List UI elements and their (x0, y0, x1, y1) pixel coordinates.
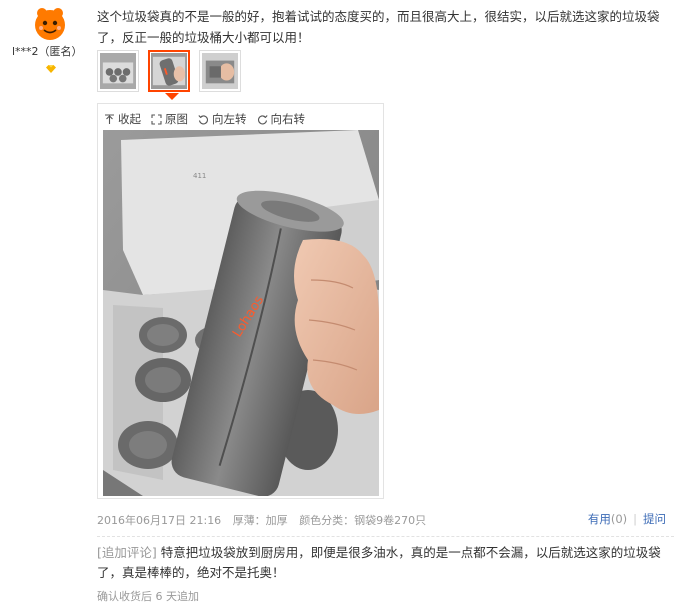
review-thumbnails (97, 50, 241, 92)
review-photo: 411 Lohaos (103, 130, 379, 496)
collapse-button[interactable]: 收起 (104, 111, 141, 127)
sku-color-class: 颜色分类：钢袋9卷270只 (299, 514, 427, 527)
followup-text: 特意把垃圾袋放到厨房用，即便是很多油水，真的是一点都不会漏，以后就选这家的垃圾袋… (97, 545, 661, 580)
expand-icon (151, 113, 162, 125)
rotate-right-button[interactable]: 向右转 (257, 111, 306, 127)
sku-thickness: 厚薄：加厚 (232, 514, 288, 527)
rotate-right-icon (257, 114, 268, 124)
helpful-count: (0) (610, 512, 628, 526)
review-meta: 2016年06月17日 21:16 厚薄：加厚 颜色分类：钢袋9卷270只 (97, 512, 434, 528)
active-thumbnail-caret (165, 93, 179, 100)
vip-diamond-icon (46, 62, 56, 73)
viewer-toolbar: 收起 原图 向左转 向右转 (104, 111, 305, 127)
image-viewer: 收起 原图 向左转 向右转 411 Lohaos (97, 103, 384, 499)
followup-time: 确认收货后 6 天追加 (97, 590, 199, 603)
review-actions: 有用(0) | 提问 (588, 511, 666, 527)
review-thumbnail[interactable] (97, 50, 139, 92)
original-image-button[interactable]: 原图 (151, 111, 188, 127)
review-text: 这个垃圾袋真的不是一般的好，抱着试试的态度买的，而且很高大上，很结实，以后就选这… (97, 9, 660, 45)
ask-question-link[interactable]: 提问 (643, 512, 666, 526)
review-thumbnail[interactable] (199, 50, 241, 92)
avatar (30, 4, 70, 44)
svg-text:411: 411 (193, 172, 206, 180)
followup-tag: [追加评论] (97, 545, 157, 560)
review-date: 2016年06月17日 21:16 (97, 514, 222, 527)
followup-review: [追加评论] 特意把垃圾袋放到厨房用，即便是很多油水，真的是一点都不会漏，以后就… (97, 543, 677, 583)
action-separator: | (633, 512, 637, 526)
followup-divider (97, 536, 674, 537)
helpful-label: 有用 (587, 512, 611, 526)
rotate-right-label: 向右转 (270, 112, 306, 126)
original-image-label: 原图 (165, 112, 188, 126)
reviewer-name: l***2（匿名） (12, 45, 83, 58)
helpful-button[interactable]: 有用(0) (588, 512, 627, 526)
collapse-arrow-icon (105, 113, 114, 124)
review-thumbnail-active[interactable] (148, 50, 190, 92)
rotate-left-label: 向左转 (212, 112, 247, 126)
rotate-left-button[interactable]: 向左转 (198, 111, 247, 127)
rotate-left-icon (198, 114, 208, 124)
collapse-label: 收起 (118, 112, 141, 126)
